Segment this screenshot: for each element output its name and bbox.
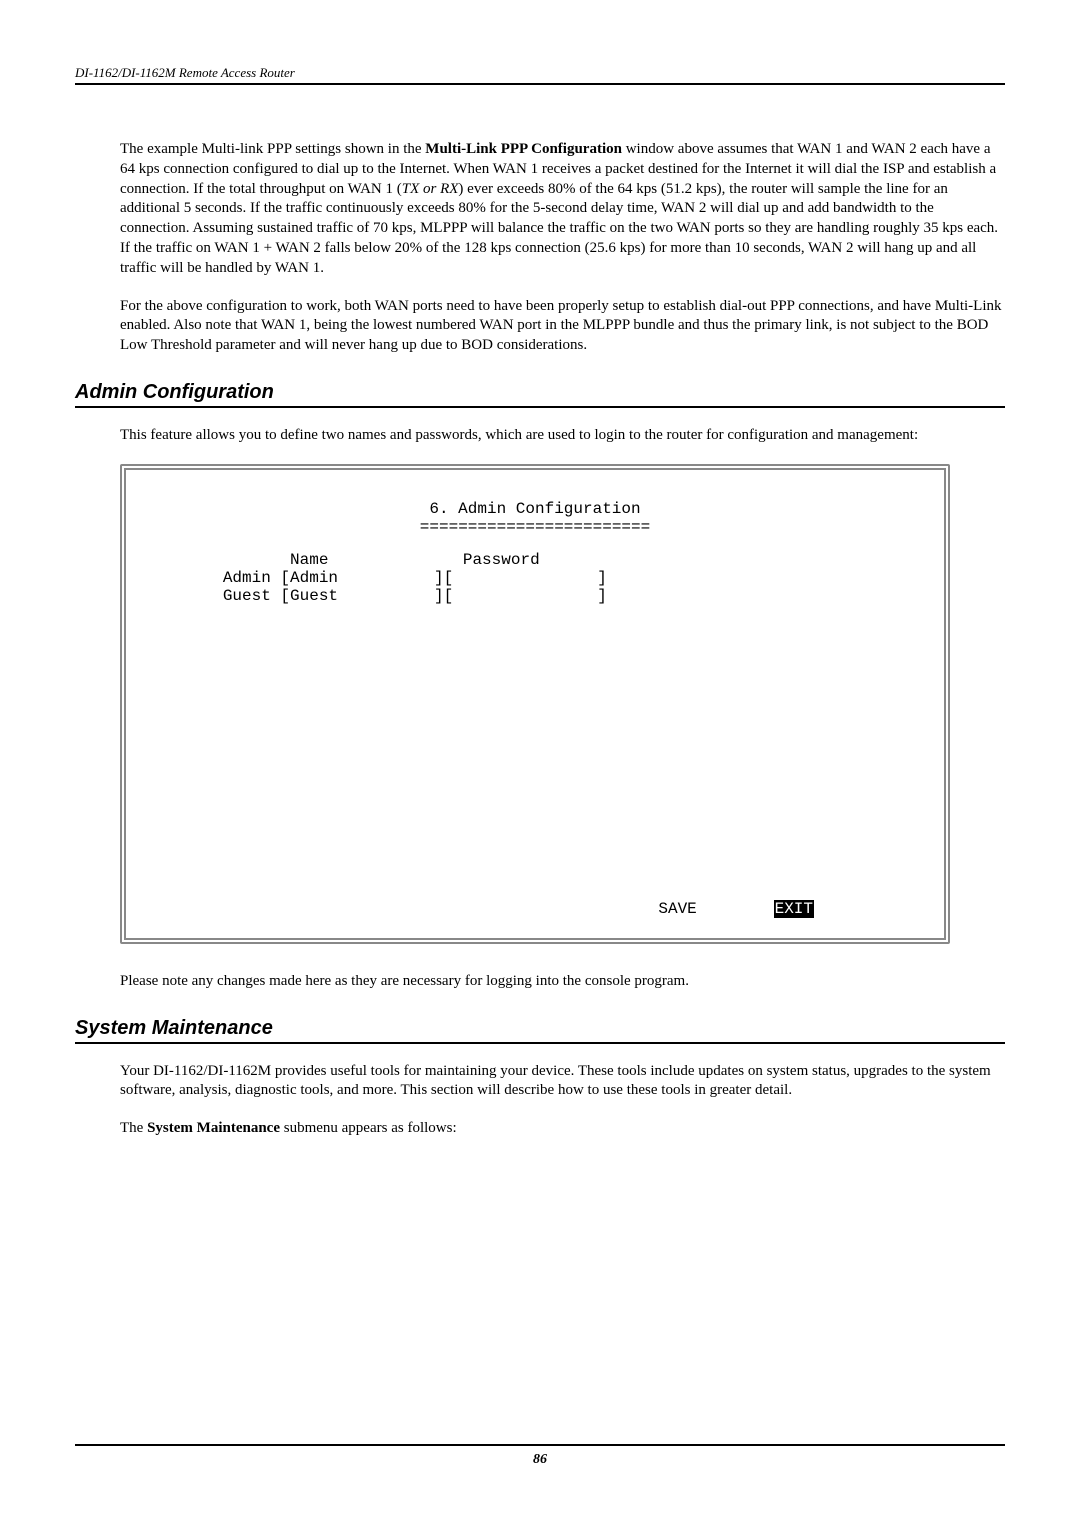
terminal-divider: ======================== bbox=[146, 518, 924, 536]
terminal-inner: 6. Admin Configuration =================… bbox=[126, 470, 944, 605]
paragraph-1: The example Multi-link PPP settings show… bbox=[120, 140, 1005, 279]
heading-rule bbox=[75, 406, 1005, 408]
page-header: DI-1162/DI-1162M Remote Access Router bbox=[75, 65, 1005, 85]
terminal-exit-button[interactable]: EXIT bbox=[774, 900, 814, 918]
p6-seg1: The bbox=[120, 1120, 147, 1136]
page-footer: 86 bbox=[75, 1444, 1005, 1468]
p1-bold1: Multi-Link PPP Configuration bbox=[425, 141, 622, 157]
paragraph-4: Please note any changes made here as the… bbox=[120, 972, 1005, 992]
terminal-row-guest: Guest [Guest ][ ] bbox=[146, 587, 607, 605]
terminal-title: 6. Admin Configuration bbox=[146, 500, 924, 518]
paragraph-3: This feature allows you to define two na… bbox=[120, 426, 1005, 446]
paragraph-2: For the above configuration to work, bot… bbox=[120, 297, 1005, 356]
heading-rule-2 bbox=[75, 1042, 1005, 1044]
heading-admin-config: Admin Configuration bbox=[75, 381, 1005, 404]
terminal-footer: SAVE EXIT bbox=[658, 900, 814, 918]
heading-system-maintenance: System Maintenance bbox=[75, 1017, 1005, 1040]
p6-seg2: submenu appears as follows: bbox=[280, 1120, 457, 1136]
page-number: 86 bbox=[75, 1452, 1005, 1468]
p6-bold1: System Maintenance bbox=[147, 1120, 280, 1136]
paragraph-6: The System Maintenance submenu appears a… bbox=[120, 1119, 1005, 1139]
terminal-body: Name Password Admin [Admin ][ ] Guest [G… bbox=[146, 551, 924, 605]
terminal-col-header: Name Password bbox=[146, 551, 540, 569]
p1-ital1: TX or RX bbox=[402, 181, 459, 197]
terminal-row-admin: Admin [Admin ][ ] bbox=[146, 569, 607, 587]
paragraph-5: Your DI-1162/DI-1162M provides useful to… bbox=[120, 1062, 1005, 1102]
p1-seg1: The example Multi-link PPP settings show… bbox=[120, 141, 425, 157]
terminal-save-button[interactable]: SAVE bbox=[658, 900, 696, 918]
terminal-screenshot: 6. Admin Configuration =================… bbox=[120, 464, 950, 944]
